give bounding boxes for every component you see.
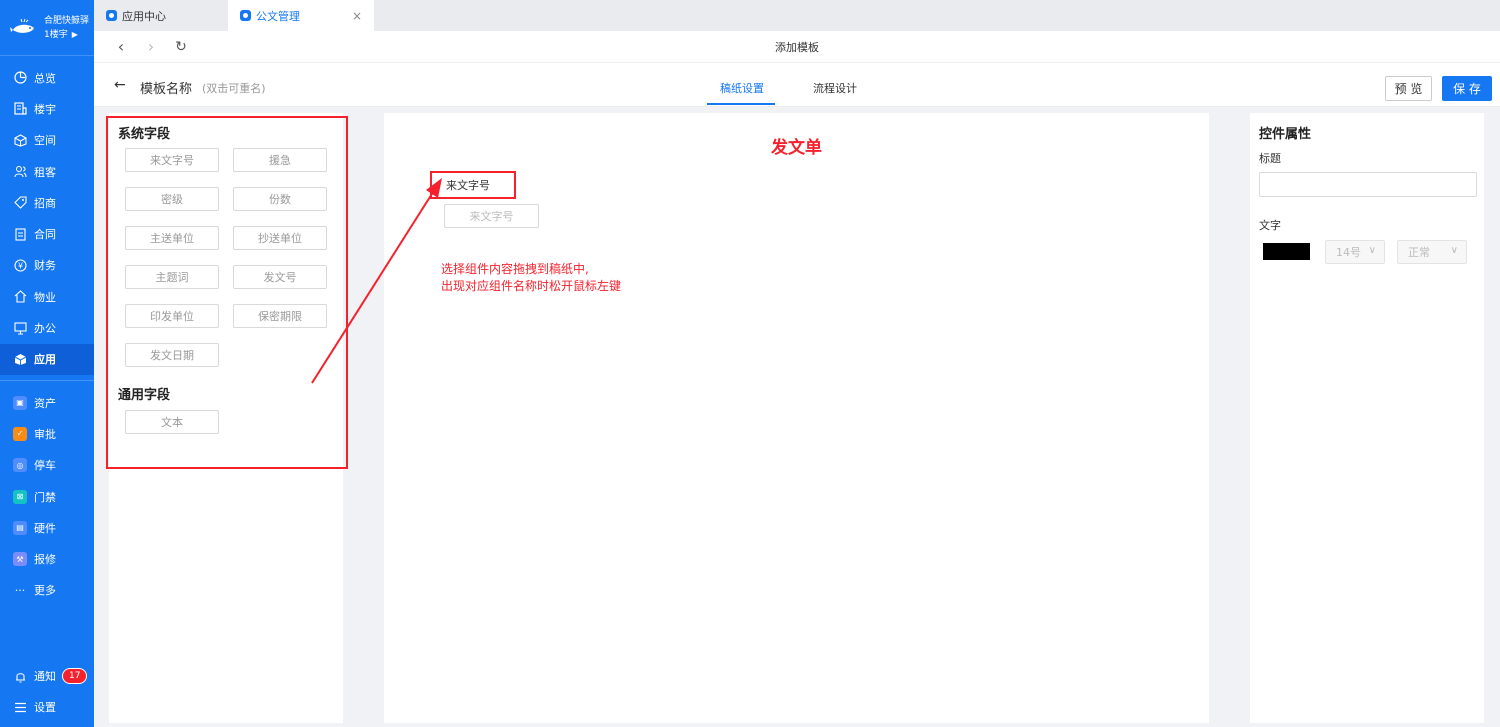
font-size-select[interactable]: 14号 ∨ [1325, 240, 1385, 264]
tag-icon [12, 195, 28, 211]
sidebar-item-space[interactable]: 空间 [0, 125, 94, 156]
sidebar-item-property[interactable]: 物业 [0, 281, 94, 312]
cube-icon [12, 132, 28, 148]
svg-text:¥: ¥ [17, 261, 22, 270]
properties-panel: 控件属性 标题 文字 14号 ∨ 正常 ∨ [1250, 113, 1484, 723]
preview-button[interactable]: 预 览 [1385, 76, 1432, 101]
app-cube-icon [12, 351, 28, 367]
tab-app-center[interactable]: 应用中心 [94, 0, 228, 31]
template-name[interactable]: 模板名称 [140, 78, 192, 97]
sidebar-item-apps[interactable]: 应用 [0, 343, 94, 375]
tab-paper-settings[interactable]: 稿纸设置 [720, 80, 764, 96]
template-rename-hint: (双击可重名) [202, 82, 266, 95]
paper-canvas[interactable]: 发文单 来文字号 来文字号 选择组件内容拖拽到稿纸中, 出现对应组件名称时松开鼠… [384, 113, 1209, 723]
sidebar-app-parking[interactable]: ◎ 停车 [0, 450, 94, 481]
annotation-instruction: 选择组件内容拖拽到稿纸中, 出现对应组件名称时松开鼠标左键 [441, 262, 622, 293]
coin-icon: ¥ [12, 257, 28, 273]
sidebar-item-overview[interactable]: 总览 [0, 62, 94, 93]
page-title: 添加模板 [775, 40, 819, 54]
document-icon [12, 226, 28, 242]
tab-document-management[interactable]: 公文管理 × [228, 0, 374, 31]
editor-header: ← 模板名称 (双击可重名) 稿纸设置 流程设计 预 览 保 存 [94, 63, 1500, 107]
sidebar-divider [0, 379, 94, 381]
parking-icon: ◎ [13, 458, 27, 473]
active-tab-indicator [707, 103, 775, 105]
chevron-down-icon: ∨ [1368, 245, 1376, 256]
sidebar-item-finance[interactable]: ¥ 财务 [0, 250, 94, 281]
sidebar-item-leasing[interactable]: 招商 [0, 187, 94, 218]
title-label: 标题 [1259, 152, 1281, 165]
sidebar-app-assets[interactable]: ▣ 资产 [0, 387, 94, 418]
sidebar-app-hardware[interactable]: ▤ 硬件 [0, 512, 94, 543]
close-icon[interactable]: × [352, 9, 362, 23]
assets-icon: ▣ [13, 395, 27, 410]
annotation-highlight-palette [106, 116, 348, 469]
sidebar: 合肥快鲸驿 1楼宇▶ 总览 楼宇 空间 租客 招商 合同 ¥ 财务 物业 办公 [0, 0, 94, 727]
font-weight-select[interactable]: 正常 ∨ [1397, 240, 1467, 264]
back-arrow-icon[interactable]: ← [114, 77, 126, 93]
access-control-icon: ⊠ [13, 489, 27, 504]
notification-count-badge: 17 [62, 668, 88, 685]
back-icon[interactable]: ‹ [106, 37, 136, 56]
brand-switcher[interactable]: 合肥快鲸驿 1楼宇 ▶ [0, 0, 94, 56]
caret-right-icon: ▶ [71, 29, 78, 39]
sidebar-app-access-control[interactable]: ⊠ 门禁 [0, 481, 94, 512]
title-input[interactable] [1259, 172, 1477, 197]
people-icon [12, 164, 28, 180]
whale-logo-icon [10, 18, 38, 38]
tab-bar: 应用中心 公文管理 × [94, 0, 1500, 31]
document-management-icon [240, 10, 251, 21]
text-label: 文字 [1259, 219, 1281, 232]
repair-icon: ⚒ [13, 552, 27, 567]
tab-flow-design[interactable]: 流程设计 [813, 80, 857, 96]
canvas-title: 发文单 [771, 138, 822, 158]
menu-icon [12, 699, 28, 715]
sidebar-item-notifications[interactable]: 通知 17 [0, 660, 94, 691]
sidebar-app-repair[interactable]: ⚒ 报修 [0, 543, 94, 574]
refresh-icon[interactable]: ↻ [166, 39, 196, 55]
sidebar-item-contract[interactable]: 合同 [0, 218, 94, 249]
monitor-icon [12, 320, 28, 336]
hardware-icon: ▤ [13, 520, 27, 535]
sidebar-item-settings[interactable]: 设置 [0, 692, 94, 723]
drag-ghost-field: 来文字号 [444, 204, 539, 228]
more-dots-icon: ··· [14, 583, 26, 597]
dropped-field-incoming-number[interactable]: 来文字号 [430, 171, 516, 199]
save-button[interactable]: 保 存 [1442, 76, 1492, 101]
app-center-icon [106, 10, 117, 21]
brand-building: 1楼宇 ▶ [44, 29, 78, 40]
approval-icon: ✓ [13, 426, 27, 441]
building-icon [12, 101, 28, 117]
bell-icon [12, 668, 28, 684]
sidebar-app-approval[interactable]: ✓ 审批 [0, 418, 94, 449]
dashboard-icon [12, 70, 28, 86]
properties-title: 控件属性 [1259, 127, 1312, 142]
sidebar-item-building[interactable]: 楼宇 [0, 93, 94, 124]
browser-toolbar: 添加模板 ‹ › ↻ [94, 31, 1500, 63]
forward-icon[interactable]: › [136, 37, 166, 56]
chevron-down-icon: ∨ [1450, 245, 1458, 256]
sidebar-item-more[interactable]: ··· 更多 [0, 575, 94, 606]
sidebar-item-office[interactable]: 办公 [0, 312, 94, 343]
text-color-swatch[interactable] [1263, 243, 1310, 260]
sidebar-item-tenant[interactable]: 租客 [0, 156, 94, 187]
brand-name: 合肥快鲸驿 [44, 15, 90, 26]
house-icon [12, 289, 28, 305]
